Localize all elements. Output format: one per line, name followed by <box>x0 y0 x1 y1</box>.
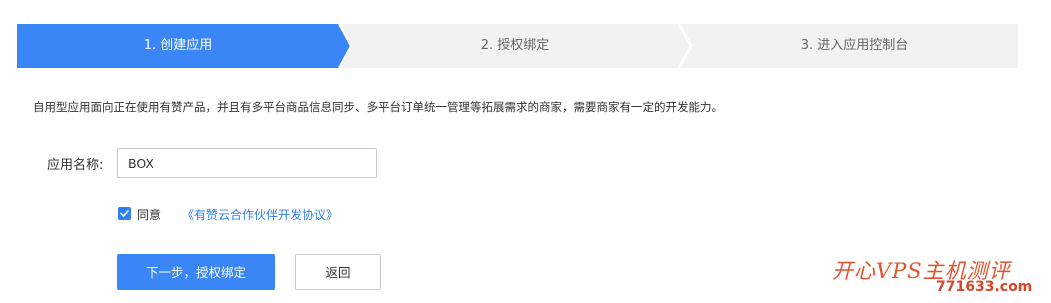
app-name-input[interactable] <box>117 148 377 178</box>
watermark-url: 771633.com <box>936 279 1033 295</box>
step-progress-bar: 1. 创建应用 2. 授权绑定 3. 进入应用控制台 <box>17 24 1018 68</box>
step-3-label: 3. 进入应用控制台 <box>800 38 909 53</box>
app-type-description: 自用型应用面向正在使用有赞产品，并且有多平台商品信息同步、多平台订单统一管理等拓… <box>33 100 723 114</box>
agreement-link[interactable]: 《有赞云合作伙伴开发协议》 <box>182 206 338 223</box>
step-divider-2 <box>677 24 693 68</box>
agree-checkbox[interactable] <box>118 207 131 220</box>
agree-label[interactable]: 同意 <box>137 206 161 223</box>
app-name-label: 应用名称: <box>47 158 104 173</box>
step-1-label: 1. 创建应用 <box>143 38 213 53</box>
back-button[interactable]: 返回 <box>295 254 381 290</box>
next-authorize-button[interactable]: 下一步，授权绑定 <box>117 254 275 290</box>
step-2-label: 2. 授权绑定 <box>480 38 550 53</box>
checkmark-icon <box>120 210 129 217</box>
